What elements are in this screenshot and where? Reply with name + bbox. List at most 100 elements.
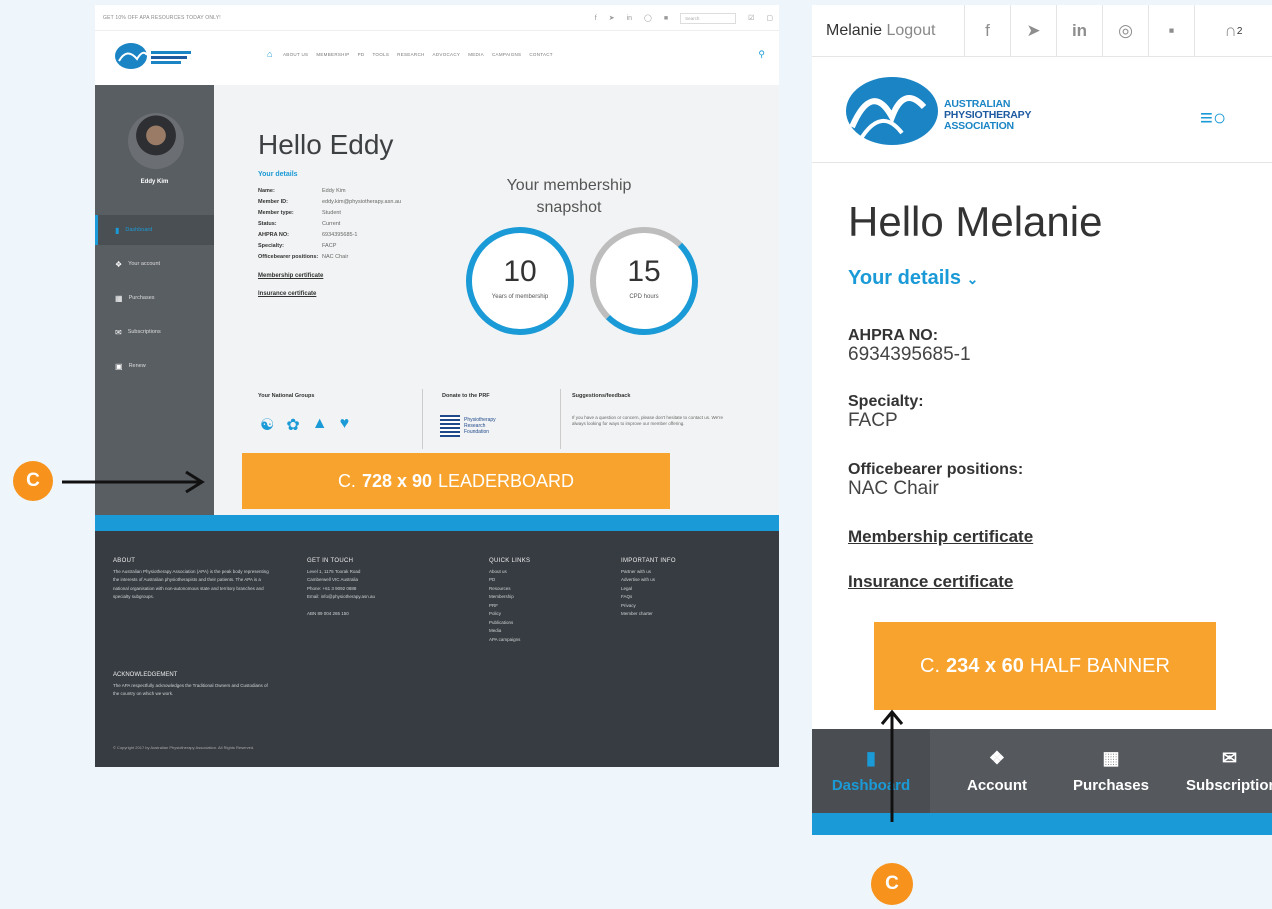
prf-logo[interactable]: Physiotherapy Research Foundation	[440, 415, 510, 437]
logo-wordmark: AUSTRALIAN PHYSIOTHERAPY ASSOCIATION	[944, 99, 1031, 132]
footer-link[interactable]: Advertise with us	[621, 576, 721, 585]
nav-media[interactable]: MEDIA	[468, 52, 484, 57]
desktop-mockup: GET 10% OFF APA RESOURCES TODAY ONLY! f …	[95, 5, 779, 767]
footer-link[interactable]: Member charter	[621, 610, 721, 619]
tab-purchases[interactable]: ▦ Purchases	[1052, 729, 1170, 813]
nav-tools[interactable]: TOOLS	[372, 52, 389, 57]
home-icon[interactable]: ⌂	[267, 49, 272, 59]
barcode-icon: ▦	[115, 293, 123, 303]
facebook-icon[interactable]: f	[964, 5, 1010, 57]
contact-line[interactable]: Phone: +61 3 9092 0888	[307, 585, 457, 594]
ad-label: LEADERBOARD	[438, 470, 575, 491]
footer-link[interactable]: Resources	[489, 585, 579, 594]
footer-link[interactable]: PD	[489, 576, 579, 585]
divider	[560, 389, 561, 449]
instagram-icon[interactable]: ◎	[1102, 5, 1148, 57]
contact-line[interactable]: Email: info@physiotherapy.asn.au	[307, 593, 457, 602]
menu-search-icon[interactable]: ≡○	[1200, 105, 1226, 131]
sidebar-item-label: Dashboard	[125, 227, 153, 233]
desktop-search-input[interactable]: Search	[680, 12, 737, 24]
cart-icon: ∩	[1224, 21, 1237, 40]
footer-link[interactable]: Membership	[489, 593, 579, 602]
logout-link[interactable]: Logout	[886, 22, 935, 39]
heart-icon[interactable]: ♥	[340, 415, 350, 435]
detail-value: FACP	[848, 410, 898, 431]
detail-value: FACP	[322, 242, 337, 249]
facebook-icon[interactable]: f	[595, 15, 597, 22]
search-icon[interactable]: ⚲	[758, 49, 765, 60]
tab-subscriptions[interactable]: ✉ Subscriptions	[1182, 729, 1272, 813]
user-icon[interactable]: ▢	[766, 14, 773, 22]
tab-dashboard[interactable]: ▮ Dashboard	[812, 729, 930, 813]
twitter-icon[interactable]: ➤	[1010, 5, 1056, 57]
sidebar-item-renew[interactable]: ▣ Renew	[95, 351, 214, 381]
youtube-icon[interactable]: ■	[664, 15, 668, 22]
footer-about-text: The Australian Physiotherapy Association…	[113, 568, 269, 600]
brain-icon[interactable]: ✿	[286, 415, 299, 435]
mobile-logo-bar: AUSTRALIAN PHYSIOTHERAPY ASSOCIATION ≡○	[812, 57, 1272, 163]
sidebar-item-label: Purchases	[128, 295, 155, 301]
footer-link[interactable]: Legal	[621, 585, 721, 594]
apa-logo[interactable]	[113, 41, 203, 71]
desktop-footer: ABOUT The Australian Physiotherapy Assoc…	[95, 531, 779, 767]
detail-field: AHPRA NO: 6934395685-1	[848, 327, 971, 365]
nav-pd[interactable]: PD	[358, 52, 365, 57]
sidebar-item-purchases[interactable]: ▦ Purchases	[95, 283, 214, 313]
abn-text: ABN 89 004 265 150	[307, 610, 349, 616]
your-details-heading[interactable]: Your details	[258, 171, 298, 178]
membership-certificate-link[interactable]: Membership certificate	[848, 527, 1033, 547]
nav-advocacy[interactable]: ADVOCACY	[433, 52, 461, 57]
footer-link[interactable]: About us	[489, 568, 579, 577]
years-value: 10	[503, 255, 537, 288]
detail-key: Member type:	[258, 209, 294, 216]
nav-research[interactable]: RESEARCH	[397, 52, 424, 57]
spine-icon[interactable]: ☯	[260, 415, 274, 435]
suggestions-text: If you have a question or concern, pleas…	[572, 415, 723, 426]
prf-logo-mark	[440, 415, 460, 437]
cart-icon[interactable]: ☑	[748, 14, 754, 22]
tab-account[interactable]: ❖ Account	[938, 729, 1056, 813]
nav-contact[interactable]: CONTACT	[529, 52, 553, 57]
footer-link[interactable]: Media	[489, 627, 579, 636]
insurance-certificate-link[interactable]: Insurance certificate	[848, 572, 1013, 592]
apa-logo[interactable]	[842, 67, 942, 147]
page-title: Hello Melanie	[848, 198, 1103, 245]
promo-text[interactable]: GET 10% OFF APA RESOURCES TODAY ONLY!	[103, 15, 221, 21]
detail-row: Name: Eddy Kim	[258, 185, 401, 196]
cart-button[interactable]: ∩ 2	[1194, 5, 1272, 57]
chevron-down-icon: ⌄	[966, 271, 979, 287]
footer-link[interactable]: Privacy	[621, 602, 721, 611]
linkedin-icon[interactable]: in	[1056, 5, 1102, 57]
footer-link[interactable]: Partner with us	[621, 568, 721, 577]
bar-chart-icon: ▮	[866, 748, 876, 768]
foot-icon[interactable]: ▲	[312, 415, 328, 435]
footer-accent-strip	[95, 515, 779, 531]
linkedin-icon[interactable]: in	[627, 15, 632, 22]
footer-heading: IMPORTANT INFO	[621, 558, 676, 564]
tab-label: Purchases	[1073, 777, 1149, 794]
footer-link[interactable]: PRF	[489, 602, 579, 611]
insurance-certificate-link[interactable]: Insurance certificate	[258, 291, 316, 297]
twitter-icon[interactable]: ➤	[609, 14, 615, 22]
membership-certificate-link[interactable]: Membership certificate	[258, 273, 323, 279]
national-groups-heading: Your National Groups	[258, 393, 315, 399]
nav-membership[interactable]: MEMBERSHIP	[316, 52, 349, 57]
nav-about[interactable]: ABOUT US	[283, 52, 308, 57]
footer-about: ABOUT The Australian Physiotherapy Assoc…	[113, 557, 273, 602]
detail-key: Officebearer positions:	[258, 253, 319, 260]
mail-icon: ✉	[1222, 748, 1238, 768]
sidebar-item-dashboard[interactable]: ▮ Dashboard	[95, 215, 214, 245]
ad-label: HALF BANNER	[1029, 654, 1170, 677]
footer-link[interactable]: Policy	[489, 610, 579, 619]
nav-campaigns[interactable]: CAMPAIGNS	[492, 52, 521, 57]
leaderboard-ad-placeholder: C. 728 x 90 LEADERBOARD	[242, 453, 670, 509]
youtube-icon[interactable]: ▪	[1148, 5, 1194, 57]
sidebar-item-subscriptions[interactable]: ✉ Subscriptions	[95, 317, 214, 347]
your-details-toggle[interactable]: Your details ⌄	[848, 267, 978, 290]
cpd-value: 15	[627, 255, 661, 288]
sidebar-item-account[interactable]: ❖ Your account	[95, 249, 214, 279]
footer-link[interactable]: Publications	[489, 619, 579, 628]
instagram-icon[interactable]: ◯	[644, 14, 652, 22]
footer-link[interactable]: APA campaigns	[489, 636, 579, 645]
footer-link[interactable]: FAQs	[621, 593, 721, 602]
